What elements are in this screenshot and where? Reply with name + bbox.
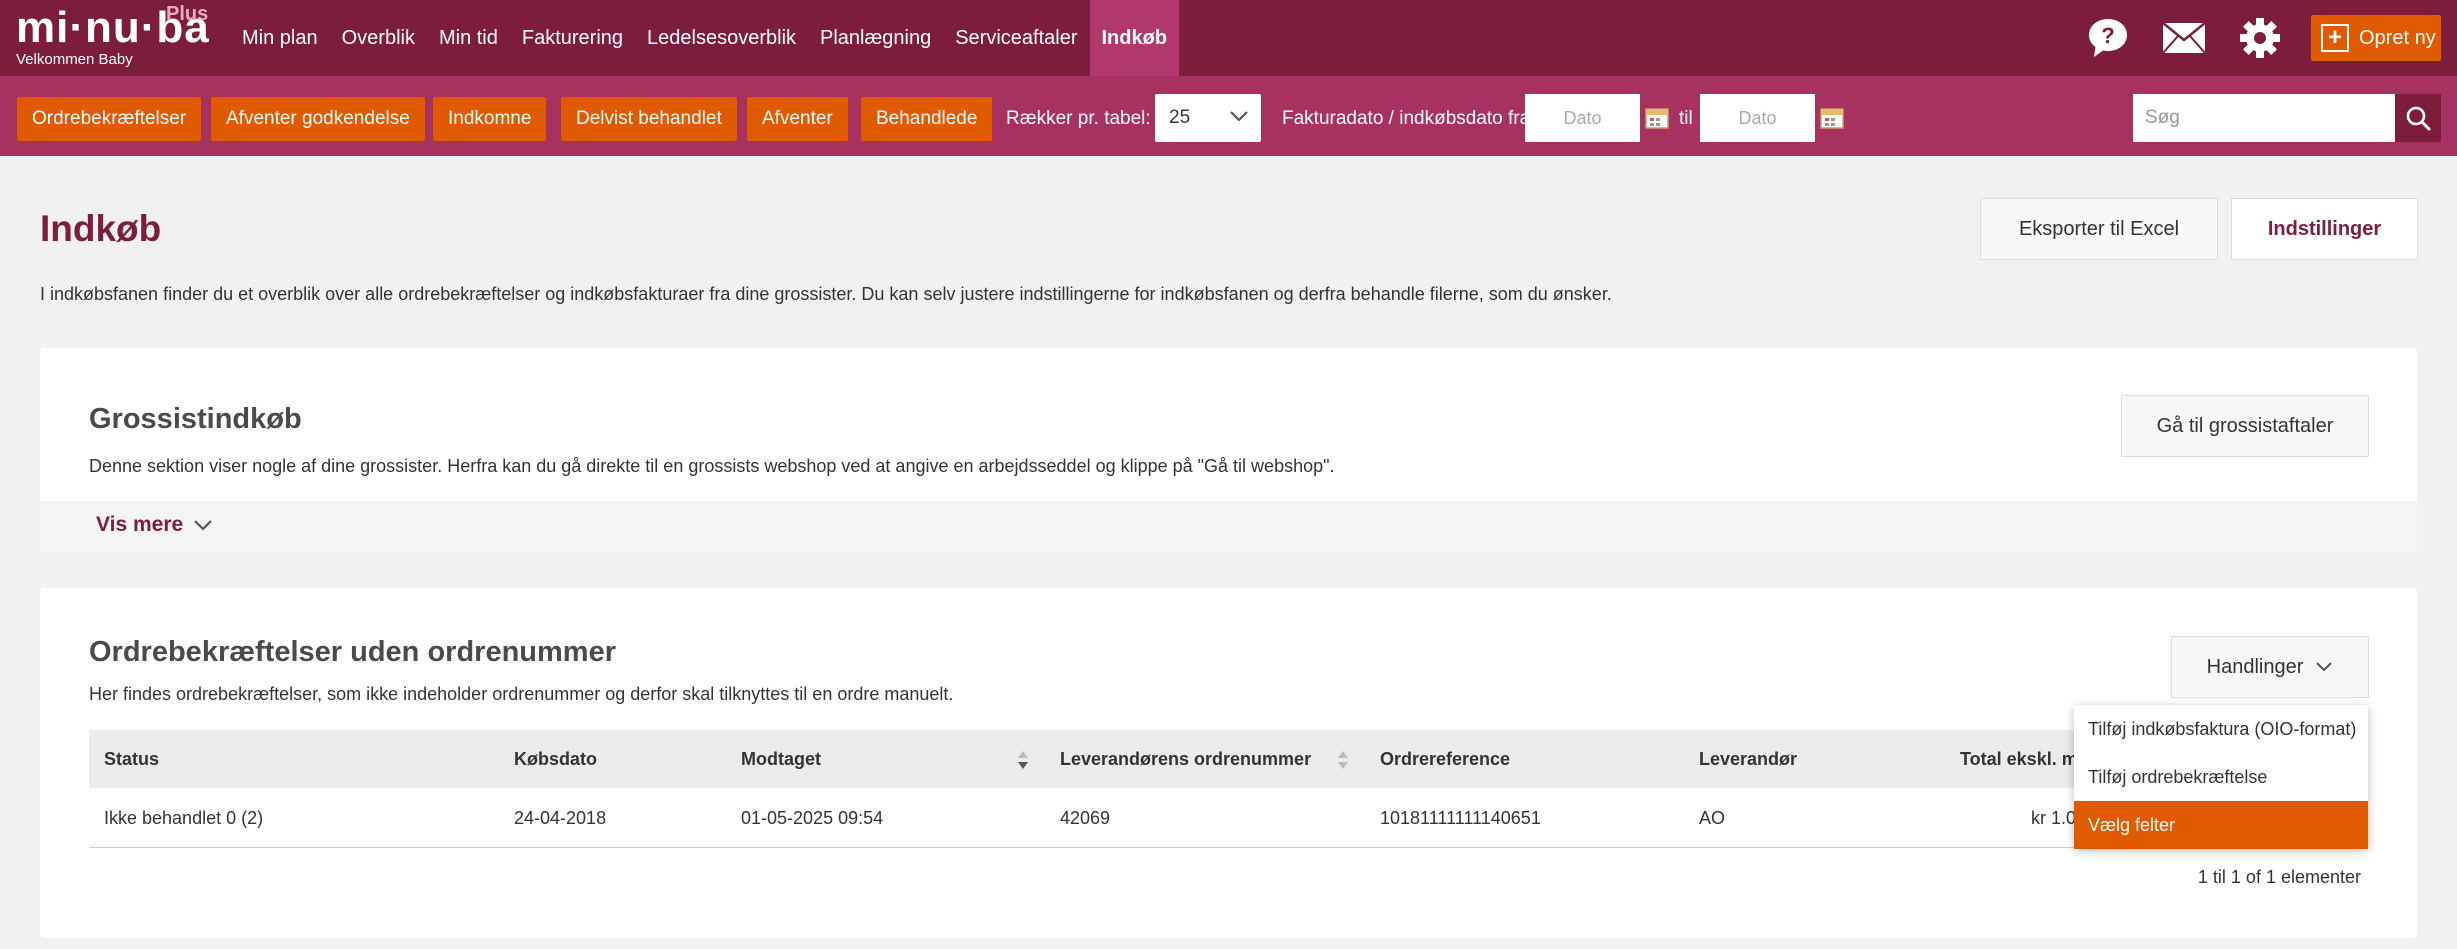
col-status[interactable]: Status bbox=[104, 730, 159, 788]
gear-icon[interactable] bbox=[2235, 13, 2285, 63]
date-to-label: til bbox=[1679, 108, 1693, 129]
export-excel-button[interactable]: Eksporter til Excel bbox=[1980, 198, 2218, 260]
filter-behandlede[interactable]: Behandlede bbox=[861, 97, 993, 141]
plus-icon: + bbox=[2321, 24, 2349, 52]
welcome-text: Velkommen Baby bbox=[16, 51, 133, 68]
grossist-title: Grossistindkøb bbox=[89, 403, 302, 435]
show-more-bar: Vis mere bbox=[40, 501, 2417, 552]
cell-order-reference: 10181111111140651 bbox=[1380, 808, 1541, 828]
help-icon[interactable]: ? bbox=[2083, 13, 2133, 63]
grossist-card: Grossistindkøb Denne sektion viser nogle… bbox=[40, 348, 2417, 552]
search-input[interactable] bbox=[2133, 94, 2395, 142]
date-range-label: Fakturadato / indkøbsdato fra bbox=[1282, 108, 1531, 129]
orders-description: Her findes ordrebekræftelser, som ikke i… bbox=[89, 684, 954, 704]
menu-item-add-order-confirmation[interactable]: Tilføj ordrebekræftelse bbox=[2074, 753, 2368, 801]
page-title: Indkøb bbox=[40, 208, 162, 249]
search-icon bbox=[2406, 106, 2431, 131]
filter-afventer[interactable]: Afventer bbox=[747, 97, 848, 141]
nav-item-fakturering[interactable]: Fakturering bbox=[510, 0, 635, 76]
date-from-input[interactable]: Dato bbox=[1525, 94, 1640, 142]
nav-item-overblik[interactable]: Overblik bbox=[330, 0, 427, 76]
minuba-logo[interactable]: mi·nu·ba Plus Velkommen Baby bbox=[16, 3, 210, 68]
menu-item-choose-fields[interactable]: Vælg felter bbox=[2074, 801, 2368, 849]
top-icons: ? + Opret ny bbox=[2083, 0, 2457, 76]
nav-item-ledelsesoverblik[interactable]: Ledelsesoverblik bbox=[635, 0, 808, 76]
rows-per-table-select[interactable]: 25 bbox=[1155, 94, 1261, 142]
calendar-icon[interactable] bbox=[1645, 107, 1669, 129]
orders-title: Ordrebekræftelser uden ordrenummer bbox=[89, 636, 616, 668]
chevron-down-icon bbox=[194, 520, 212, 531]
page-description: I indkøbsfanen finder du et overblik ove… bbox=[40, 284, 1612, 304]
grossist-agreements-button[interactable]: Gå til grossistaftaler bbox=[2121, 395, 2369, 457]
table-row[interactable]: Ikke behandlet 0 (2) 24-04-2018 01-05-20… bbox=[89, 788, 2368, 848]
col-purchase-date[interactable]: Købsdato bbox=[514, 730, 597, 788]
menu-item-add-invoice[interactable]: Tilføj indkøbsfaktura (OIO-format) bbox=[2074, 705, 2368, 753]
actions-dropdown-menu: Tilføj indkøbsfaktura (OIO-format) Tilfø… bbox=[2074, 705, 2368, 849]
col-received[interactable]: Modtaget bbox=[741, 730, 821, 788]
filter-ordrebekraeftelser[interactable]: Ordrebekræftelser bbox=[17, 97, 202, 141]
col-order-reference[interactable]: Ordrereference bbox=[1380, 730, 1510, 788]
sort-icon[interactable] bbox=[1017, 749, 1029, 771]
nav-item-serviceaftaler[interactable]: Serviceaftaler bbox=[943, 0, 1089, 76]
filter-afventer-godkendelse[interactable]: Afventer godkendelse bbox=[211, 97, 425, 141]
cell-received: 01-05-2025 09:54 bbox=[741, 808, 884, 828]
table-header: Status Købsdato Modtaget Leverandørens o… bbox=[89, 730, 2368, 788]
svg-text:?: ? bbox=[2101, 23, 2114, 48]
cell-supplier-order-number: 42069 bbox=[1060, 808, 1111, 828]
sort-icon[interactable] bbox=[1337, 749, 1349, 771]
orders-card: Ordrebekræftelser uden ordrenummer Her f… bbox=[40, 588, 2417, 938]
date-to-input[interactable]: Dato bbox=[1700, 94, 1815, 142]
logo-plus: Plus bbox=[166, 3, 209, 25]
nav-item-indkob[interactable]: Indkøb bbox=[1089, 0, 1180, 76]
mail-icon[interactable] bbox=[2159, 13, 2209, 63]
chevron-down-icon bbox=[1230, 111, 1248, 122]
top-navigation: mi·nu·ba Plus Velkommen Baby Min plan Ov… bbox=[0, 0, 2457, 76]
grossist-description: Denne sektion viser nogle af dine grossi… bbox=[89, 456, 1335, 476]
col-total[interactable]: Total ekskl. m bbox=[1960, 730, 2078, 788]
rows-per-table-label: Rækker pr. tabel: bbox=[1006, 108, 1151, 129]
search-button[interactable] bbox=[2395, 94, 2441, 142]
nav-item-min-tid[interactable]: Min tid bbox=[427, 0, 510, 76]
col-supplier-order-number[interactable]: Leverandørens ordrenummer bbox=[1060, 730, 1311, 788]
rows-per-table-value: 25 bbox=[1169, 107, 1191, 128]
cell-purchase-date: 24-04-2018 bbox=[514, 808, 607, 828]
show-more-button[interactable]: Vis mere bbox=[96, 513, 213, 537]
nav-item-planlaegning[interactable]: Planlægning bbox=[808, 0, 943, 76]
main-nav: Min plan Overblik Min tid Fakturering Le… bbox=[230, 0, 1180, 76]
filter-delvist-behandlet[interactable]: Delvist behandlet bbox=[561, 97, 737, 141]
nav-item-min-plan[interactable]: Min plan bbox=[230, 0, 330, 76]
filter-indkomne[interactable]: Indkomne bbox=[433, 97, 547, 141]
col-supplier[interactable]: Leverandør bbox=[1699, 730, 1797, 788]
create-new-button[interactable]: + Opret ny bbox=[2311, 15, 2441, 61]
create-new-label: Opret ny bbox=[2359, 26, 2436, 49]
show-more-label: Vis mere bbox=[96, 513, 184, 536]
cell-total: kr 1.0 bbox=[2031, 808, 2077, 828]
settings-button[interactable]: Indstillinger bbox=[2231, 198, 2418, 260]
chevron-down-icon bbox=[2316, 662, 2333, 672]
cell-supplier: AO bbox=[1699, 808, 1726, 828]
actions-button[interactable]: Handlinger bbox=[2171, 636, 2369, 698]
filter-bar: Ordrebekræftelser Afventer godkendelse I… bbox=[0, 76, 2457, 156]
actions-label: Handlinger bbox=[2206, 655, 2304, 678]
pagination-info: 1 til 1 of 1 elementer bbox=[2197, 867, 2361, 887]
calendar-icon[interactable] bbox=[1820, 107, 1844, 129]
cell-status: Ikke behandlet 0 (2) bbox=[104, 808, 264, 828]
